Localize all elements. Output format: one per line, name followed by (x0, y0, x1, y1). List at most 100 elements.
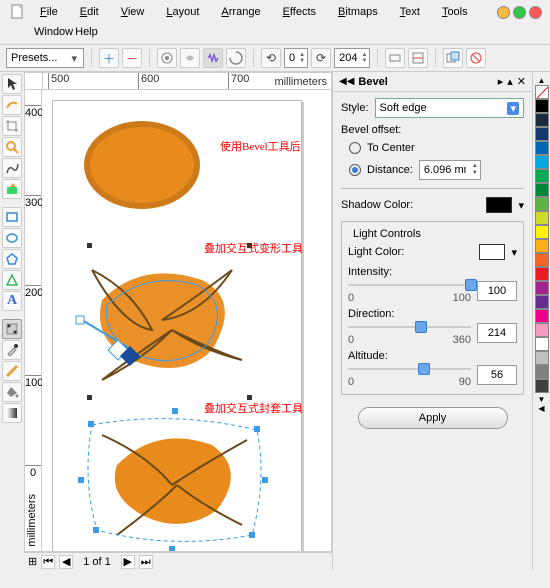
option1-icon[interactable] (385, 48, 405, 68)
panel-collapse-icon[interactable]: ▴ (507, 75, 513, 88)
copy-props-icon[interactable] (443, 48, 463, 68)
altitude-slider[interactable] (348, 362, 471, 376)
text-tool[interactable]: A (2, 291, 22, 311)
palette-swatch[interactable] (535, 239, 549, 253)
intensity-slider[interactable] (348, 278, 471, 292)
presets-select[interactable]: Presets... (6, 48, 84, 68)
palette-swatch[interactable] (535, 281, 549, 295)
zoom-tool[interactable] (2, 137, 22, 157)
palette-swatch[interactable] (535, 351, 549, 365)
pushpull-icon[interactable] (180, 48, 200, 68)
freehand-tool[interactable] (2, 158, 22, 178)
light-color-dropdown-icon[interactable]: ▾ (511, 246, 517, 259)
palette-swatch[interactable] (535, 141, 549, 155)
shadow-color-dropdown-icon[interactable]: ▾ (518, 199, 524, 212)
direction-slider[interactable] (348, 320, 471, 334)
palette-swatch[interactable] (535, 127, 549, 141)
first-page-btn[interactable]: ⏮ (41, 555, 55, 569)
interactive-fill-tool[interactable] (2, 403, 22, 423)
palette-swatch[interactable] (535, 183, 549, 197)
palette-swatch[interactable] (535, 379, 549, 393)
rectangle-tool[interactable] (2, 207, 22, 227)
light-color-swatch[interactable] (479, 244, 505, 260)
palette-swatch[interactable] (535, 323, 549, 337)
menu-text[interactable]: Text (390, 3, 430, 21)
palette-swatch[interactable] (535, 309, 549, 323)
ellipse-tool[interactable] (2, 228, 22, 248)
panel-prev-icon[interactable]: ◀◀ (339, 76, 354, 87)
undistort-icon[interactable] (157, 48, 177, 68)
fill-tool[interactable] (2, 382, 22, 402)
menu-tools[interactable]: Tools (432, 3, 478, 21)
to-center-radio[interactable] (349, 142, 361, 154)
palette-swatch[interactable] (535, 99, 549, 113)
panel-close-icon[interactable]: ✕ (517, 75, 526, 88)
smart-fill-tool[interactable] (2, 179, 22, 199)
copies-value[interactable]: 204▲▼ (334, 48, 370, 68)
menu-edit[interactable]: Edit (70, 3, 109, 21)
palette-swatch[interactable] (535, 211, 549, 225)
ruler-horizontal: 500 600 700 millimeters (43, 73, 331, 89)
palette-none[interactable] (535, 85, 549, 99)
menu-bitmaps[interactable]: Bitmaps (328, 3, 388, 21)
shape-tool[interactable] (2, 95, 22, 115)
menu-file[interactable]: File (30, 3, 68, 21)
palette-swatch[interactable] (535, 337, 549, 351)
palette-swatch[interactable] (535, 225, 549, 239)
palette-swatch[interactable] (535, 113, 549, 127)
palette-swatch[interactable] (535, 267, 549, 281)
maximize-btn[interactable] (513, 6, 526, 19)
menu-window[interactable]: Window (34, 26, 73, 38)
direction-value[interactable]: 214 (477, 323, 517, 343)
palette-swatch[interactable] (535, 253, 549, 267)
twister-icon[interactable] (226, 48, 246, 68)
palette-swatch[interactable] (535, 169, 549, 183)
menu-arrange[interactable]: Arrange (211, 3, 270, 21)
remove-preset-icon[interactable]: － (122, 48, 142, 68)
palette-swatch[interactable] (535, 365, 549, 379)
palette-down-icon[interactable]: ▼ (538, 395, 546, 404)
eyedropper-tool[interactable] (2, 340, 22, 360)
menu-help[interactable]: Help (75, 26, 98, 38)
panel-menu-icon[interactable]: ▸ (498, 75, 504, 88)
option2-icon[interactable] (408, 48, 428, 68)
distance-radio[interactable] (349, 164, 361, 176)
rotate-icon[interactable]: ⟲ (261, 48, 281, 68)
clear-icon[interactable] (466, 48, 486, 68)
menu-effects[interactable]: Effects (273, 3, 326, 21)
palette-swatch[interactable] (535, 155, 549, 169)
last-page-btn[interactable]: ⏭ (139, 555, 153, 569)
copies-icon[interactable]: ⟳ (311, 48, 331, 68)
close-btn[interactable] (529, 6, 542, 19)
altitude-value[interactable]: 56 (477, 365, 517, 385)
ruler-origin[interactable] (25, 73, 43, 89)
menu-view[interactable]: View (111, 3, 155, 21)
palette-flyout-icon[interactable]: ◀ (538, 404, 544, 413)
minimize-btn[interactable] (497, 6, 510, 19)
distance-label: Distance: (367, 164, 413, 176)
shadow-color-swatch[interactable] (486, 197, 512, 213)
new-doc-icon[interactable] (8, 2, 28, 22)
zipper-icon[interactable] (203, 48, 223, 68)
basic-shapes-tool[interactable] (2, 270, 22, 290)
add-preset-icon[interactable]: ＋ (99, 48, 119, 68)
palette-up-icon[interactable]: ▲ (538, 76, 546, 85)
next-page-btn[interactable]: ▶ (121, 555, 135, 569)
prev-page-btn[interactable]: ◀ (59, 555, 73, 569)
pick-tool[interactable] (2, 74, 22, 94)
outline-tool[interactable] (2, 361, 22, 381)
shadow-label: Shadow Color: (341, 199, 413, 211)
polygon-tool[interactable] (2, 249, 22, 269)
interactive-tool[interactable] (2, 319, 22, 339)
palette-swatch[interactable] (535, 197, 549, 211)
style-select[interactable]: Soft edge▾ (375, 98, 524, 118)
menu-layout[interactable]: Layout (156, 3, 209, 21)
crop-tool[interactable] (2, 116, 22, 136)
intensity-value[interactable]: 100 (477, 281, 517, 301)
apply-button[interactable]: Apply (358, 407, 508, 429)
distance-input[interactable]: ▲▼ (419, 160, 481, 180)
palette-swatch[interactable] (535, 295, 549, 309)
scroll-left-icon[interactable]: ⊞ (28, 555, 37, 568)
canvas[interactable]: 使用Bevel工具后 叠加交互式变形工具 叠加交互式封套工具 (42, 90, 332, 552)
rotate-value[interactable]: 0▲▼ (284, 48, 308, 68)
